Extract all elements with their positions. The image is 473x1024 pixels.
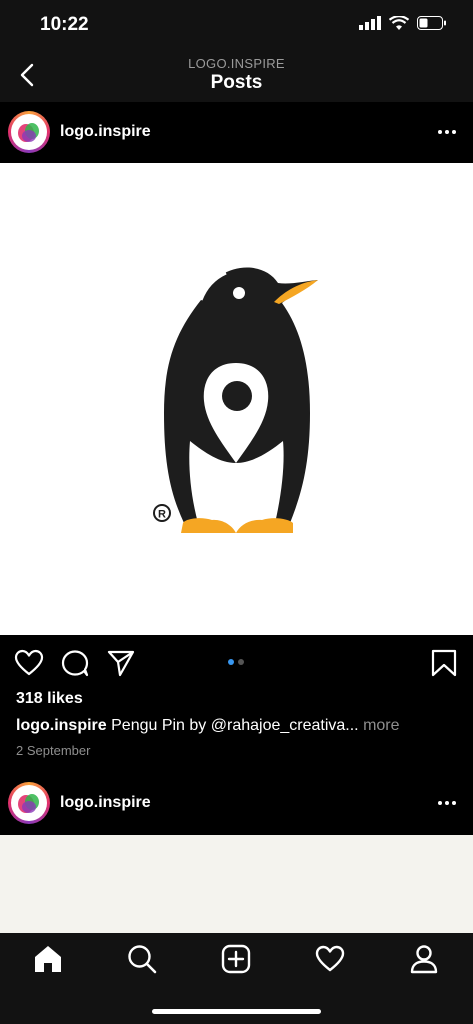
status-time: 10:22 — [40, 14, 89, 35]
caption-username[interactable]: logo.inspire — [16, 717, 107, 734]
tab-activity[interactable] — [314, 943, 346, 975]
comment-button[interactable] — [60, 648, 90, 678]
carousel-dot — [238, 659, 244, 665]
ellipsis-icon — [438, 801, 456, 805]
page-title: Posts — [210, 72, 263, 93]
avatar[interactable] — [8, 111, 50, 153]
penguin-logo-image: R — [153, 267, 318, 533]
status-icons — [359, 16, 447, 30]
tab-new-post[interactable] — [220, 943, 252, 975]
post-header: logo.inspire — [0, 103, 473, 161]
carousel-indicator — [228, 659, 244, 665]
tab-home[interactable] — [32, 943, 64, 975]
svg-text:R: R — [158, 509, 166, 521]
post-username[interactable]: logo.inspire — [60, 123, 151, 141]
profile-icon — [410, 945, 438, 974]
post-date: 2 September — [16, 743, 91, 758]
next-post-image[interactable] — [0, 835, 473, 933]
caption-text: Pengu Pin by @rahajoe_creativa... — [106, 717, 359, 734]
heart-icon — [315, 945, 345, 972]
post-caption: logo.inspire Pengu Pin by @rahajoe_creat… — [16, 717, 400, 735]
more-options-button[interactable] — [437, 796, 457, 810]
save-button[interactable] — [429, 648, 459, 678]
status-bar: 10:22 — [0, 0, 473, 50]
ellipsis-icon — [438, 130, 456, 134]
tab-profile[interactable] — [408, 943, 440, 975]
share-button[interactable] — [106, 648, 136, 678]
signal-icon — [359, 16, 381, 30]
like-button[interactable] — [14, 648, 44, 678]
nav-bar: LOGO.INSPIRE Posts — [0, 50, 473, 102]
plus-square-icon — [221, 944, 251, 974]
caption-more-link[interactable]: more — [359, 717, 399, 734]
carousel-dot — [228, 659, 234, 665]
tab-search[interactable] — [126, 943, 158, 975]
wifi-icon — [389, 16, 409, 30]
more-options-button[interactable] — [437, 125, 457, 139]
likes-count[interactable]: 318 likes — [16, 690, 83, 708]
search-icon — [128, 945, 157, 974]
avatar[interactable] — [8, 782, 50, 824]
home-indicator[interactable] — [152, 1009, 321, 1014]
post-action-bar — [0, 640, 473, 686]
post-image[interactable]: R — [0, 163, 473, 635]
comment-icon — [61, 650, 89, 677]
next-post-username[interactable]: logo.inspire — [60, 794, 151, 812]
page-subtitle: LOGO.INSPIRE — [188, 56, 285, 71]
send-icon — [107, 650, 135, 677]
next-post-header: logo.inspire — [0, 774, 473, 832]
bookmark-icon — [431, 649, 457, 677]
brand-logo-icon — [18, 123, 39, 142]
heart-icon — [14, 649, 44, 676]
home-icon — [35, 946, 61, 972]
brand-logo-icon — [18, 794, 39, 813]
battery-icon — [417, 16, 446, 30]
